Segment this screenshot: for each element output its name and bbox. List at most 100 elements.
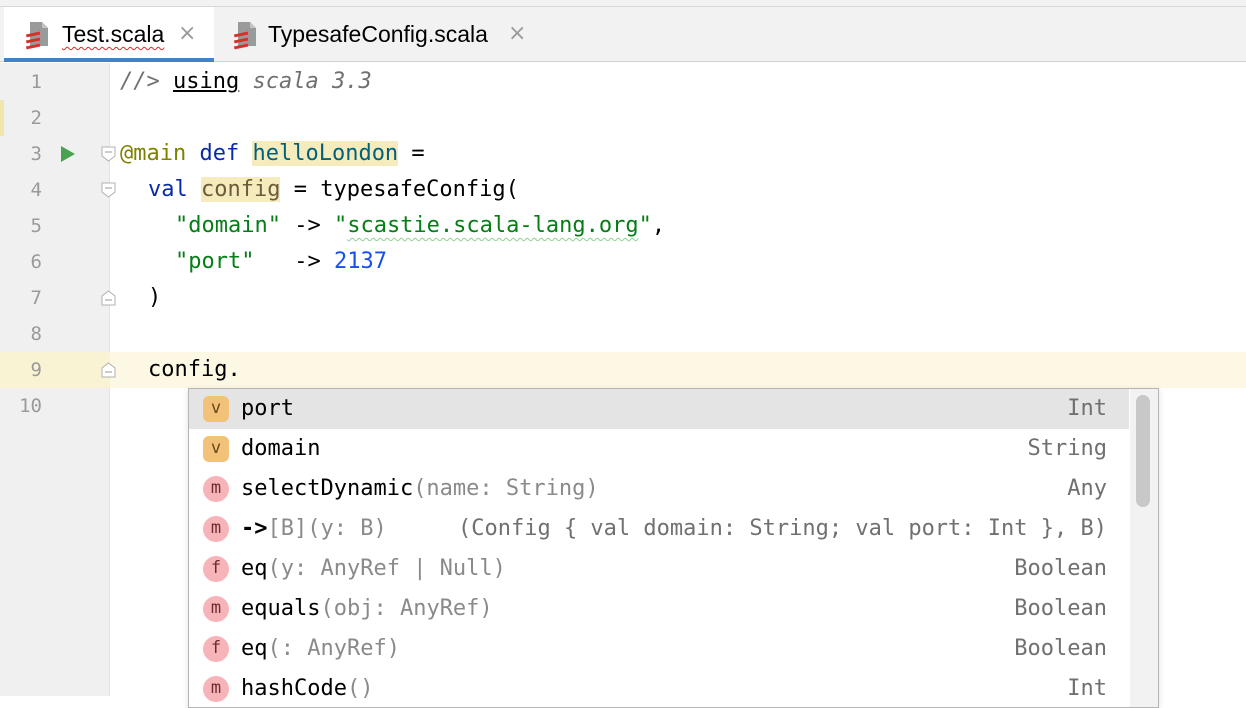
val-name-token: config — [201, 177, 281, 202]
completion-item-name: eq(y: AnyRef | Null) — [241, 549, 506, 589]
method-icon: m — [203, 516, 229, 542]
string-token: "domain" — [175, 213, 281, 238]
code-token: ) — [148, 285, 162, 310]
completion-signature: () — [346, 676, 374, 701]
code-token: -> — [254, 249, 334, 274]
method-icon: m — [203, 676, 229, 702]
close-icon[interactable]: × — [508, 22, 526, 46]
completion-item[interactable]: f eq(y: AnyRef | Null) Boolean — [189, 549, 1129, 589]
using-directive: using — [173, 69, 240, 94]
editor-tab-bar: Test.scala × TypesafeConfig.scala × — [0, 0, 1246, 62]
fold-start-icon[interactable] — [101, 182, 116, 198]
keyword-token: def — [199, 141, 240, 166]
code-line-7[interactable]: ) — [148, 280, 161, 316]
completion-item-name: domain — [241, 429, 320, 469]
completion-item-type: Int — [1067, 676, 1107, 701]
completion-name: port — [241, 396, 294, 421]
line-number: 6 — [30, 251, 42, 273]
line-number: 4 — [30, 179, 42, 201]
scala-file-icon — [233, 22, 256, 50]
completion-name: domain — [241, 436, 321, 461]
completion-signature: (name: String) — [413, 476, 599, 501]
completion-item-name: eq(: AnyRef) — [241, 629, 400, 669]
function-icon: f — [203, 556, 229, 582]
fold-end-icon[interactable] — [101, 290, 116, 306]
fold-end-icon[interactable] — [101, 362, 116, 378]
string-token: "port" — [175, 249, 255, 274]
code-token: , — [651, 213, 666, 238]
function-icon: f — [203, 636, 229, 662]
line-number: 9 — [30, 359, 42, 381]
scala-file-icon — [25, 22, 48, 50]
completion-item-name: selectDynamic(name: String) — [241, 469, 599, 509]
completion-name: -> — [241, 516, 268, 541]
line-number: 10 — [19, 395, 42, 417]
scrollbar-thumb[interactable] — [1136, 395, 1150, 507]
completion-signature: (obj: AnyRef) — [320, 596, 493, 621]
completion-item[interactable]: v domain String — [189, 429, 1129, 469]
completion-item[interactable]: m selectDynamic(name: String) Any — [189, 469, 1129, 509]
completion-signature: (y: AnyRef | Null) — [267, 556, 506, 581]
keyword-token: val — [148, 177, 188, 202]
completion-item-type: Int — [1067, 396, 1107, 421]
code-line-6[interactable]: "port" -> 2137 — [175, 244, 387, 280]
tab-test-scala[interactable]: Test.scala × — [4, 7, 214, 62]
tab-label: Test.scala — [62, 21, 165, 47]
comment-token: //> — [120, 69, 160, 94]
completion-item[interactable]: v port Int — [189, 389, 1129, 429]
completion-item-name: ->[B](y: B) — [241, 509, 387, 549]
completion-item[interactable]: m equals(obj: AnyRef) Boolean — [189, 589, 1129, 629]
code-token: = — [398, 141, 425, 166]
completion-signature: (: AnyRef) — [267, 636, 400, 661]
completion-popup[interactable]: v port Int v domain String m selectDynam… — [188, 388, 1159, 708]
comment-token: scala 3.3 — [239, 69, 372, 94]
completion-scrollbar[interactable] — [1130, 389, 1158, 707]
string-token: scastie.scala-lang.org — [347, 213, 639, 238]
completion-item-type: Boolean — [1014, 556, 1107, 581]
line-number: 5 — [30, 215, 42, 237]
close-icon[interactable]: × — [178, 22, 196, 46]
line-number: 1 — [30, 71, 42, 93]
completion-item[interactable]: f eq(: AnyRef) Boolean — [189, 629, 1129, 669]
code-token: -> — [280, 213, 334, 238]
completion-item-name: port — [241, 389, 294, 429]
current-line-highlight — [110, 352, 1246, 388]
completion-name: selectDynamic — [241, 476, 414, 501]
tab-label: TypesafeConfig.scala — [268, 21, 488, 47]
tab-typesafeconfig-scala[interactable]: TypesafeConfig.scala × — [216, 7, 546, 62]
completion-name: hashCode — [241, 676, 347, 701]
completion-item[interactable]: m hashCode() Int — [189, 669, 1129, 707]
line-number: 7 — [30, 287, 42, 309]
fold-start-icon[interactable] — [101, 146, 116, 162]
completion-item-name: equals(obj: AnyRef) — [241, 589, 493, 629]
completion-item-type: Boolean — [1014, 636, 1107, 661]
code-line-3[interactable]: @main def helloLondon = — [120, 136, 425, 172]
value-icon: v — [203, 396, 229, 422]
completion-item-name: hashCode() — [241, 669, 374, 707]
code-line-1[interactable]: //> using scala 3.3 — [120, 64, 372, 100]
method-icon: m — [203, 476, 229, 502]
completion-item-type: Any — [1067, 476, 1107, 501]
code-token: = typesafeConfig( — [280, 177, 519, 202]
completion-item[interactable]: m ->[B](y: B) (Config { val domain: Stri… — [189, 509, 1129, 549]
completion-name: eq — [241, 636, 268, 661]
code-line-5[interactable]: "domain" -> "scastie.scala-lang.org", — [175, 208, 665, 244]
function-name-token: helloLondon — [252, 141, 399, 166]
completion-name: equals — [241, 596, 321, 621]
completion-signature: [B](y: B) — [267, 516, 387, 541]
code-line-9[interactable]: config. — [148, 352, 241, 388]
line-number: 2 — [30, 107, 42, 129]
completion-item-type: String — [1027, 436, 1107, 461]
code-token: config. — [148, 357, 241, 382]
line-number: 3 — [30, 143, 42, 165]
completion-item-type: (Config { val domain: String; val port: … — [457, 516, 1107, 541]
string-token: " — [333, 213, 348, 238]
code-line-4[interactable]: val config = typesafeConfig( — [148, 172, 519, 208]
line-number: 8 — [30, 323, 42, 345]
annotation-token: @main — [120, 141, 187, 166]
string-token: " — [638, 213, 652, 238]
completion-item-type: Boolean — [1014, 596, 1107, 621]
number-token: 2137 — [333, 249, 387, 274]
run-icon[interactable] — [60, 145, 76, 163]
method-icon: m — [203, 596, 229, 622]
